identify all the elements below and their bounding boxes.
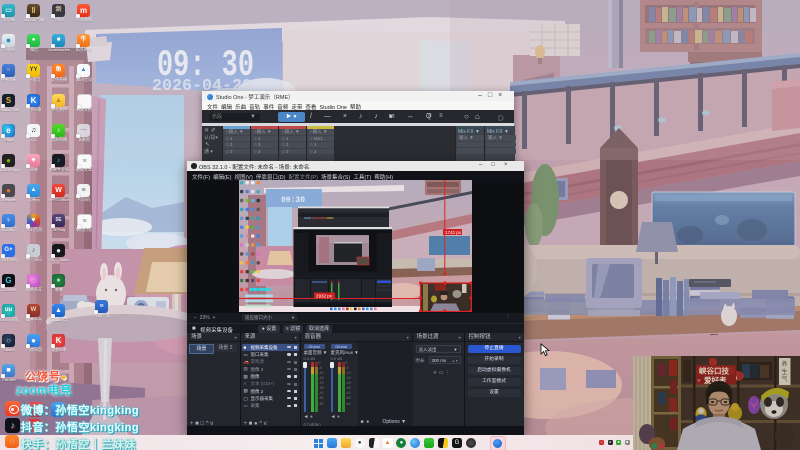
svg-text:2932 px: 2932 px xyxy=(316,293,333,298)
svg-text:1742 px: 1742 px xyxy=(445,230,462,235)
